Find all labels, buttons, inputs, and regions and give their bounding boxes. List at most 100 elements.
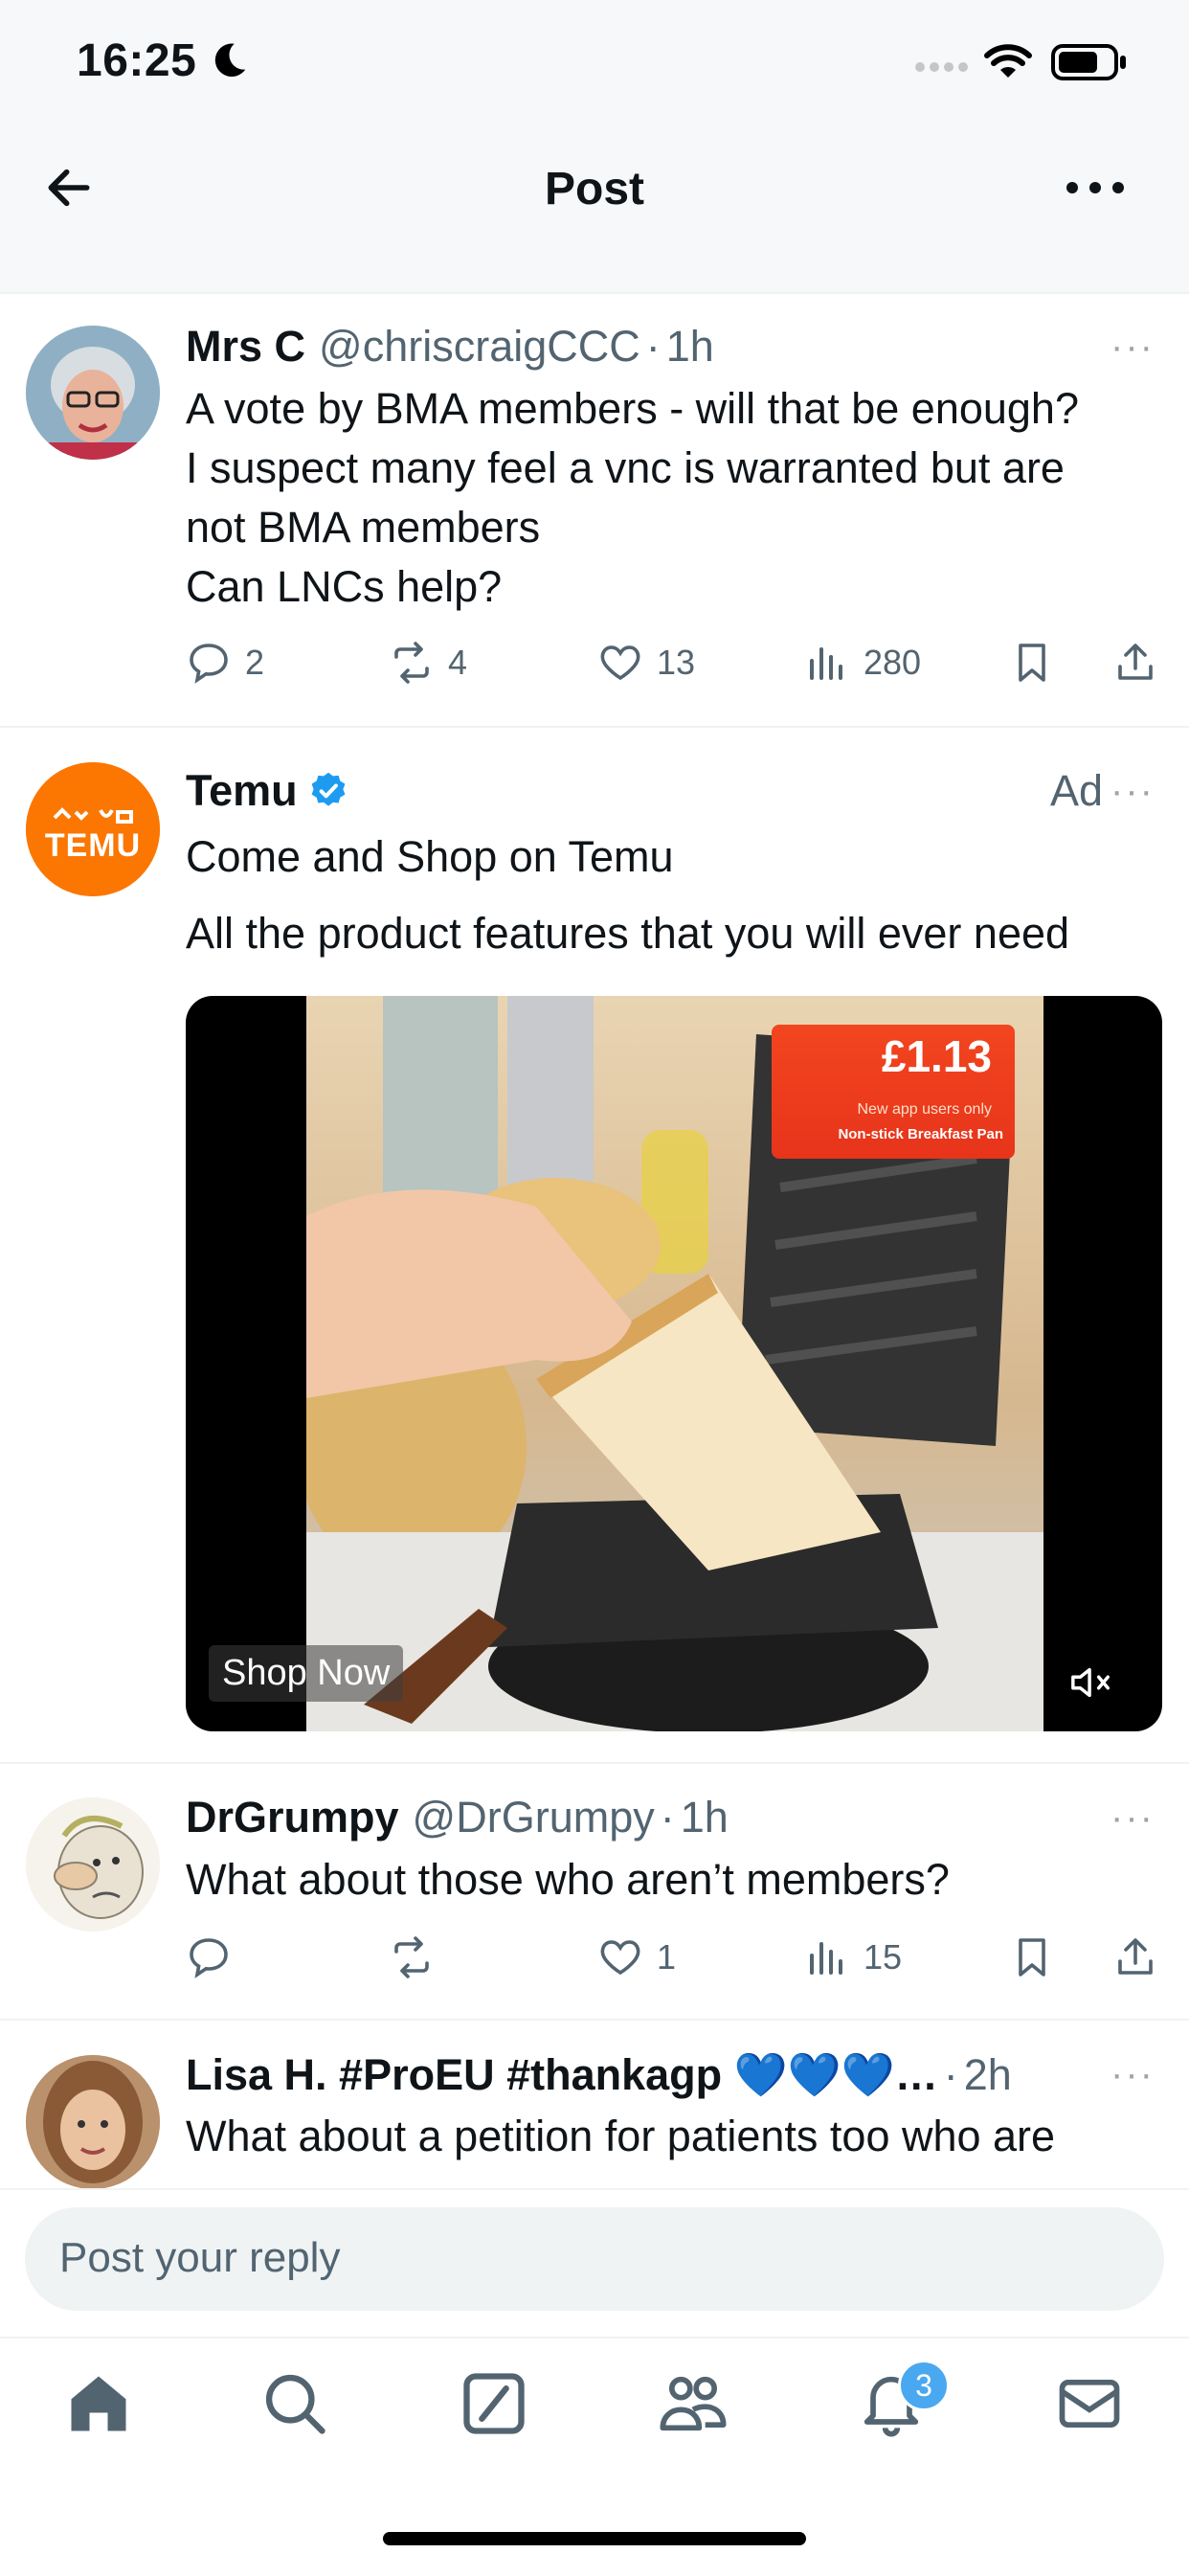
author-name[interactable]: DrGrumpy	[186, 1793, 399, 1842]
ad-line-1: Come and Shop on Temu	[186, 832, 674, 881]
home-indicator	[383, 2532, 806, 2545]
status-time: 16:25	[77, 35, 197, 86]
reply-icon	[190, 1938, 228, 1978]
post-text-line: I suspect many feel a vnc is warranted b…	[186, 443, 1065, 492]
post-text: What about those who aren’t members?	[186, 1850, 950, 1909]
post-time: 1h	[680, 1793, 729, 1842]
reply-button[interactable]	[186, 1934, 245, 1980]
bookmark-button[interactable]	[1009, 1934, 1068, 1980]
share-button[interactable]	[1112, 1934, 1172, 1980]
post-text-line: not BMA members	[186, 503, 541, 552]
shop-now-button[interactable]: Shop Now	[209, 1645, 404, 1702]
header-divider	[0, 292, 1189, 294]
price-caption: Non-stick Breakfast Pan	[838, 1126, 1003, 1142]
meta-separator: ·	[645, 322, 661, 371]
post-text-line: Can LNCs help?	[186, 562, 503, 611]
heart-icon	[600, 1940, 640, 1976]
repost-button[interactable]	[389, 1934, 448, 1980]
bookmark-button[interactable]	[1009, 640, 1068, 686]
like-count: 13	[657, 643, 696, 682]
ad-line-2: All the product features that you will e…	[186, 909, 1070, 958]
views-button[interactable]: 280	[804, 640, 921, 686]
repost-button[interactable]: 4	[389, 640, 467, 686]
post-divider	[0, 726, 1189, 728]
view-count: 280	[864, 643, 922, 682]
repost-icon	[394, 1936, 429, 1978]
price-value: £1.13	[881, 1031, 992, 1081]
analytics-icon	[810, 647, 842, 680]
like-button[interactable]: 1	[597, 1934, 676, 1980]
share-icon	[1118, 644, 1153, 680]
muted-speaker-icon[interactable]	[1066, 1661, 1116, 1705]
price-subtitle: New app users only	[857, 1101, 992, 1118]
grok-icon	[463, 2373, 525, 2434]
tab-grok[interactable]	[458, 2367, 530, 2440]
views-button[interactable]: 15	[804, 1934, 902, 1980]
share-icon	[1118, 1938, 1153, 1975]
post-text-line: What about those who aren’t members?	[186, 1855, 950, 1904]
avatar[interactable]	[26, 1797, 160, 1932]
signal-dots-icon	[915, 62, 968, 72]
reply-placeholder: Post your reply	[59, 2234, 341, 2281]
avatar-photo	[26, 2055, 160, 2189]
author-name[interactable]: Lisa H. #ProEU #thankagp 💙💙💙…	[186, 2049, 938, 2100]
avatar[interactable]	[26, 326, 160, 460]
post-text: What about a petition for patients too w…	[186, 2107, 1055, 2187]
ad-more-icon[interactable]: ···	[1110, 770, 1155, 813]
home-icon	[71, 2376, 126, 2431]
post-more-icon[interactable]: ···	[1110, 326, 1155, 369]
bookmark-icon	[1019, 1938, 1045, 1977]
repost-icon	[394, 642, 429, 684]
author-handle[interactable]: @chriscraigCCC	[319, 322, 640, 372]
verified-badge-icon	[311, 772, 346, 806]
wifi-icon	[984, 44, 1032, 78]
post-meta: Mrs C @chriscraigCCC · 1h	[186, 322, 714, 372]
mail-icon	[1059, 2379, 1120, 2429]
like-button[interactable]: 13	[597, 640, 695, 686]
post-time: 1h	[665, 322, 714, 371]
author-handle[interactable]: @DrGrumpy	[413, 1793, 655, 1842]
advertiser-name[interactable]: Temu	[186, 766, 298, 816]
tab-messages[interactable]	[1053, 2367, 1126, 2440]
ad-label: Ad	[1050, 766, 1104, 815]
post-divider	[0, 2019, 1189, 2021]
communities-icon	[660, 2376, 727, 2431]
meta-separator: ·	[943, 2049, 958, 2099]
price-badge: £1.13 New app users only Non-stick Break…	[772, 1025, 1015, 1159]
reply-input[interactable]: Post your reply	[25, 2207, 1164, 2311]
avatar-cartoon	[26, 1797, 160, 1932]
temu-logo-avatar[interactable]: TEMU	[26, 762, 160, 896]
page-title: Post	[544, 164, 644, 215]
post-divider	[0, 1762, 1189, 1764]
post-meta: DrGrumpy @DrGrumpy · 1h	[186, 1793, 729, 1842]
tab-search[interactable]	[258, 2367, 331, 2440]
bookmark-icon	[1019, 644, 1045, 682]
post-more-icon[interactable]: ···	[1110, 2053, 1155, 2096]
meta-separator: ·	[660, 1793, 675, 1842]
battery-icon	[1051, 44, 1126, 80]
ad-video[interactable]: £1.13 New app users only Non-stick Break…	[186, 996, 1162, 1731]
avatar[interactable]	[26, 2055, 160, 2189]
view-count: 15	[864, 1937, 903, 1977]
temu-logo-text: TEMU	[44, 827, 142, 864]
ad-meta: Temu	[186, 766, 349, 816]
tab-home[interactable]	[62, 2367, 135, 2440]
analytics-icon	[810, 1942, 842, 1975]
author-name[interactable]: Mrs C	[186, 322, 305, 372]
tab-communities[interactable]	[657, 2367, 729, 2440]
reply-icon	[190, 644, 228, 684]
more-options-icon[interactable]	[1065, 178, 1126, 197]
post-text-line: What about a petition for patients too w…	[186, 2112, 1056, 2160]
heart-icon	[600, 645, 640, 681]
share-button[interactable]	[1112, 640, 1172, 686]
search-icon	[265, 2374, 325, 2434]
post-text: A vote by BMA members - will that be eno…	[186, 379, 1162, 617]
moon-icon	[214, 43, 246, 78]
post-text-line: A vote by BMA members - will that be eno…	[186, 384, 1079, 433]
repost-count: 4	[448, 643, 468, 682]
post-more-icon[interactable]: ···	[1110, 1796, 1155, 1840]
reply-button[interactable]: 2	[186, 640, 264, 686]
post-time: 2h	[963, 2049, 1012, 2099]
avatar-photo	[26, 326, 160, 460]
post-meta: Lisa H. #ProEU #thankagp 💙💙💙… · 2h	[186, 2049, 1012, 2100]
